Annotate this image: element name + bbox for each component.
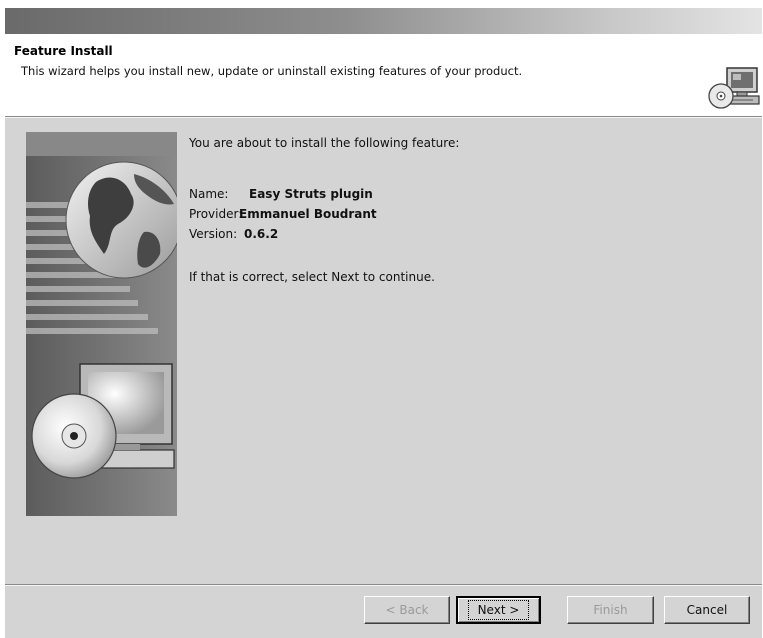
finish-button[interactable]: Finish [567, 596, 654, 624]
next-button-label: Next > [467, 600, 530, 620]
wizard-side-illustration [26, 132, 177, 516]
provider-label: Provider: [189, 207, 243, 221]
name-value: Easy Struts plugin [249, 187, 373, 201]
next-button[interactable]: Next > [456, 596, 541, 624]
feature-install-dialog: Feature Install This wizard helps you in… [5, 8, 762, 638]
page-title: Feature Install [14, 44, 113, 58]
footer-separator-highlight [5, 585, 762, 586]
intro-text: You are about to install the following f… [189, 136, 460, 150]
header-separator [5, 117, 762, 118]
cancel-button[interactable]: Cancel [664, 596, 750, 624]
page-description: This wizard helps you install new, updat… [21, 64, 523, 78]
version-label: Version: [189, 227, 238, 241]
confirm-text: If that is correct, select Next to conti… [189, 270, 435, 284]
name-label: Name: [189, 187, 229, 201]
feature-version-row: Version: 0.6.2 [189, 227, 278, 241]
provider-value: Emmanuel Boudrant [239, 207, 377, 221]
version-value: 0.6.2 [244, 227, 279, 241]
back-button[interactable]: < Back [364, 596, 450, 624]
feature-provider-row: Provider:Emmanuel Boudrant [189, 207, 377, 221]
wizard-header: Feature Install This wizard helps you in… [5, 34, 762, 117]
feature-name-row: Name: Easy Struts plugin [189, 187, 373, 201]
title-bar[interactable] [5, 8, 762, 34]
computer-cd-icon [708, 67, 760, 109]
